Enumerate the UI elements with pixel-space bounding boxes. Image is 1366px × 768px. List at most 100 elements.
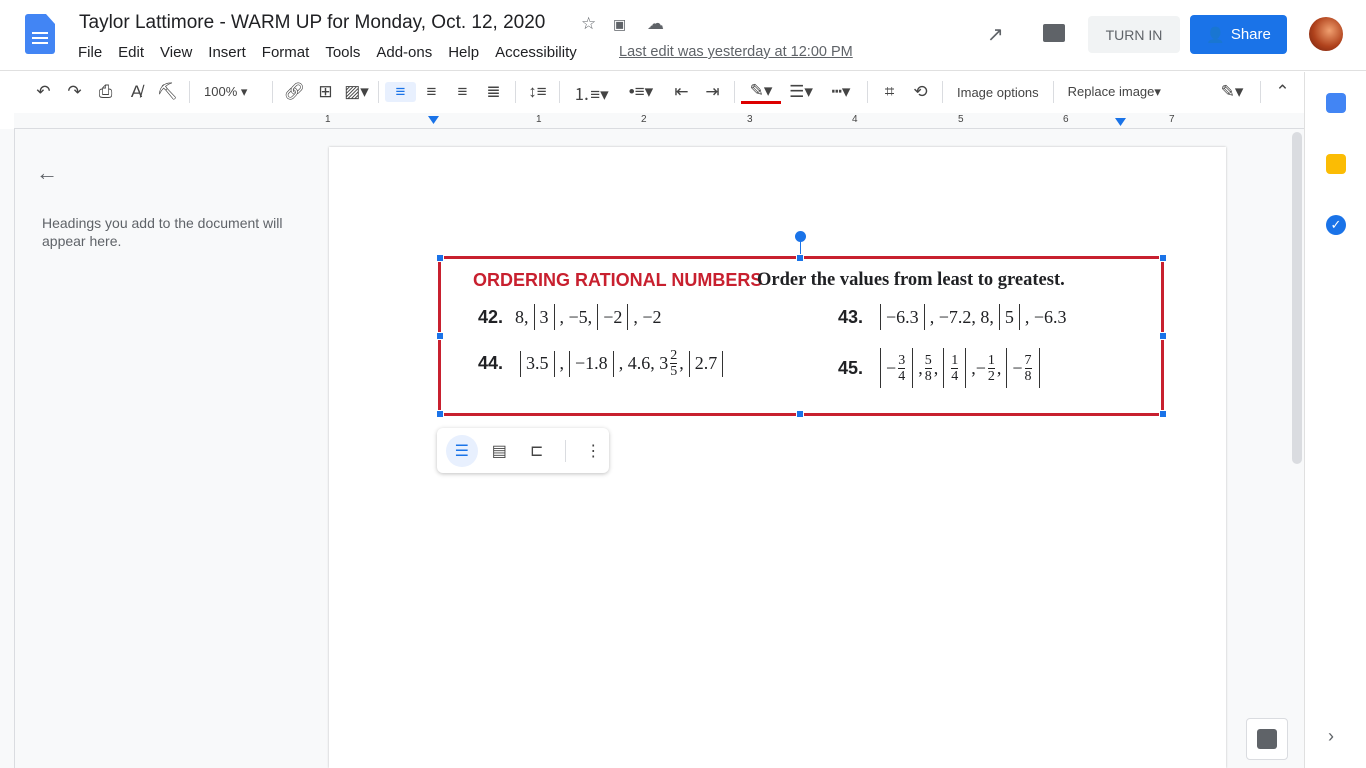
math-text: −1.8 (575, 353, 608, 373)
menu-accessibility[interactable]: Accessibility (495, 44, 577, 61)
redo-icon[interactable]: ↷ (59, 82, 90, 102)
menu-addons[interactable]: Add-ons (376, 44, 432, 61)
resize-handle[interactable] (796, 410, 804, 418)
crop-icon[interactable]: ⌗ (874, 82, 905, 102)
menu-file[interactable]: File (78, 44, 102, 61)
menu-bar: File Edit View Insert Format Tools Add-o… (78, 44, 593, 61)
move-folder-icon[interactable]: ▣ (613, 16, 626, 33)
reset-image-icon[interactable]: ⟲ (905, 82, 936, 102)
last-edit-link[interactable]: Last edit was yesterday at 12:00 PM (619, 44, 853, 60)
cloud-saved-icon[interactable]: ☁ (647, 14, 664, 34)
back-arrow-icon[interactable]: ← (36, 160, 58, 186)
resize-handle[interactable] (1159, 410, 1167, 418)
divider (378, 81, 379, 103)
resize-handle[interactable] (436, 332, 444, 340)
tasks-icon[interactable]: ✓ (1326, 215, 1346, 235)
ruler-label: 4 (852, 114, 858, 125)
increase-indent-icon[interactable]: ⇥ (697, 82, 728, 102)
math-text: , (918, 357, 923, 378)
star-icon[interactable]: ☆ (581, 14, 596, 34)
decrease-indent-icon[interactable]: ⇤ (666, 82, 697, 102)
wrap-text-icon[interactable]: ▤ (484, 435, 516, 467)
right-indent-marker-icon[interactable] (1115, 118, 1126, 126)
problem-44: 44. 3.5, −1.8 , 4.6, 3 2 5, 2.7 (478, 348, 728, 379)
image-options-button[interactable]: Image options (949, 85, 1047, 100)
replace-image-button[interactable]: Replace image▾ (1060, 84, 1169, 100)
keep-icon[interactable] (1326, 154, 1346, 174)
math-text: 3.5 (526, 353, 549, 373)
share-button[interactable]: 👤 Share (1190, 15, 1287, 54)
print-icon[interactable]: ⎙ (90, 82, 121, 102)
justify-icon[interactable]: ≣ (478, 82, 509, 102)
document-title[interactable]: Taylor Lattimore - WARM UP for Monday, O… (79, 12, 545, 34)
indent-marker-icon[interactable] (428, 116, 439, 124)
border-color-icon[interactable]: ✎▾ (741, 81, 781, 104)
zoom-select[interactable]: 100% ▾ (196, 84, 266, 100)
undo-icon[interactable]: ↶ (28, 82, 59, 102)
menu-help[interactable]: Help (448, 44, 479, 61)
comment-icon[interactable] (1043, 24, 1065, 42)
menu-format[interactable]: Format (262, 44, 310, 61)
menu-tools[interactable]: Tools (325, 44, 360, 61)
add-comment-icon[interactable]: ⊞ (310, 82, 341, 102)
menu-view[interactable]: View (160, 44, 192, 61)
numbered-list-icon[interactable]: ⒈≡▾ (566, 80, 616, 105)
resize-handle[interactable] (436, 254, 444, 262)
math-text: , (996, 357, 1002, 378)
insert-image-icon[interactable]: ▨▾ (341, 82, 372, 102)
image-wrap-toolbar: ☰ ▤ ⊏ ⋮ (437, 428, 609, 473)
align-center-icon[interactable]: ≡ (416, 82, 447, 102)
expand-panel-icon[interactable]: › (1328, 726, 1334, 747)
divider (1052, 81, 1054, 103)
divider (559, 81, 560, 103)
align-left-icon[interactable]: ≡ (385, 82, 416, 102)
divider (942, 81, 943, 103)
collapse-menus-icon[interactable]: ⌃ (1267, 82, 1298, 102)
rotate-handle[interactable] (795, 231, 806, 242)
border-dash-icon[interactable]: ┅▾ (821, 82, 861, 102)
spellcheck-icon[interactable]: A̸ (121, 82, 152, 102)
resize-handle[interactable] (796, 254, 804, 262)
bulleted-list-icon[interactable]: •≡▾ (616, 82, 666, 102)
more-options-icon[interactable]: ⋮ (577, 435, 609, 467)
calendar-icon[interactable] (1326, 93, 1346, 113)
ruler-label: 6 (1063, 114, 1069, 125)
horizontal-ruler[interactable]: 1 1 2 3 4 5 6 7 (14, 113, 1304, 129)
align-right-icon[interactable]: ≡ (447, 82, 478, 102)
explore-button[interactable] (1246, 718, 1288, 760)
math-text: , −7.2, 8, (929, 306, 994, 327)
resize-handle[interactable] (1159, 332, 1167, 340)
problem-number: 43. (838, 306, 864, 327)
divider (1260, 81, 1261, 103)
problem-number: 42. (478, 306, 504, 327)
ruler-label: 7 (1169, 114, 1175, 125)
divider (515, 81, 516, 103)
math-text: 2.7 (694, 353, 718, 373)
inline-wrap-icon[interactable]: ☰ (446, 434, 478, 467)
person-icon: 👤 (1206, 26, 1225, 44)
border-weight-icon[interactable]: ☰▾ (781, 82, 821, 102)
menu-insert[interactable]: Insert (208, 44, 246, 61)
avatar[interactable] (1309, 17, 1343, 51)
link-icon[interactable]: 🔗︎ (279, 82, 310, 102)
editing-mode-icon[interactable]: ✎▾ (1210, 82, 1254, 102)
numerator: 1 (951, 352, 959, 369)
paint-format-icon[interactable]: ⛏ (152, 82, 183, 102)
turn-in-button[interactable]: TURN IN (1088, 16, 1180, 53)
resize-handle[interactable] (436, 410, 444, 418)
activity-trend-icon[interactable]: ↗ (987, 22, 1004, 47)
menu-edit[interactable]: Edit (118, 44, 144, 61)
math-text: − (975, 357, 986, 378)
break-text-icon[interactable]: ⊏ (521, 435, 553, 467)
resize-handle[interactable] (1159, 254, 1167, 262)
vertical-ruler[interactable] (0, 129, 15, 768)
image-instruction: Order the values from least to greatest. (757, 270, 1065, 290)
ruler-label: 2 (641, 114, 647, 125)
numerator: 5 (924, 352, 932, 369)
math-text: − (886, 357, 897, 378)
docs-logo-icon[interactable] (25, 14, 55, 54)
math-text: , (559, 353, 565, 373)
line-spacing-icon[interactable]: ↕≡ (522, 82, 553, 102)
scrollbar[interactable] (1292, 132, 1302, 464)
toolbar: ↶ ↷ ⎙ A̸ ⛏ 100% ▾ 🔗︎ ⊞ ▨▾ ≡ ≡ ≡ ≣ ↕≡ ⒈≡▾… (0, 72, 1304, 112)
